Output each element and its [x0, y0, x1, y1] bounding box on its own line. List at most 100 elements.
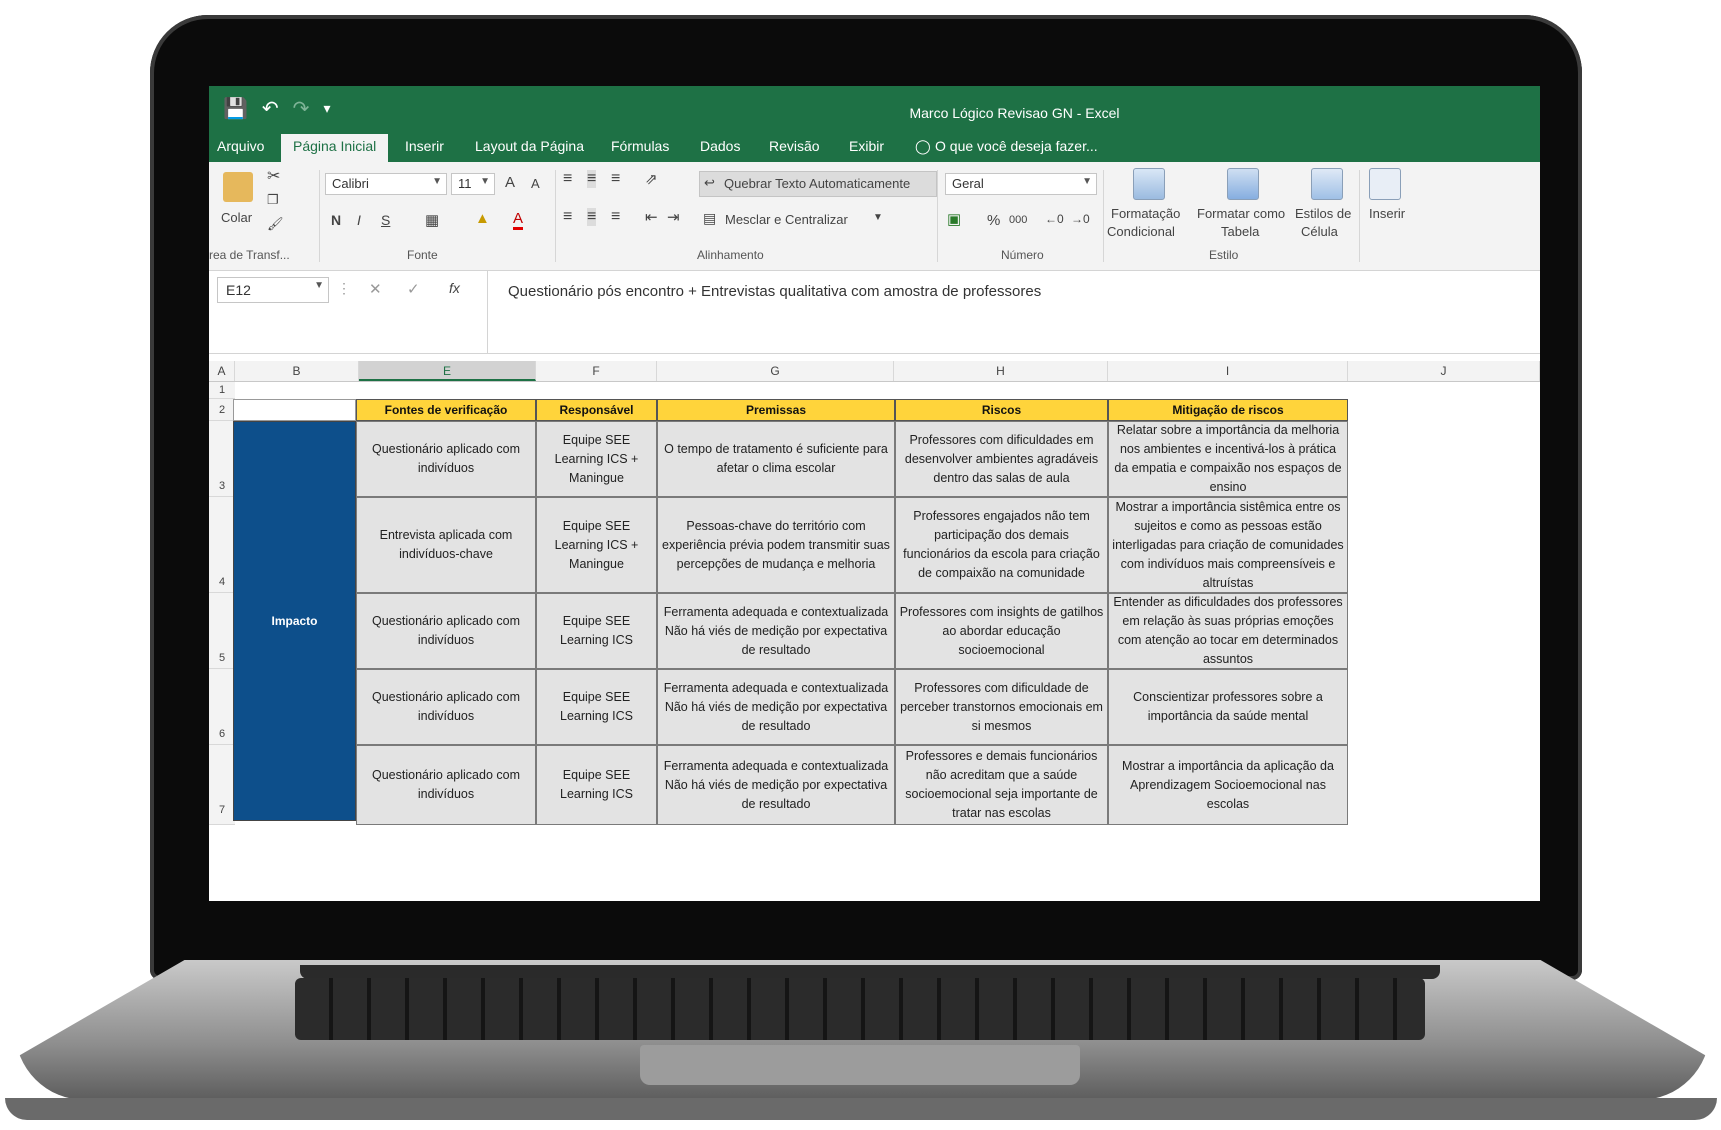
- decrease-decimal-icon[interactable]: →0: [1071, 212, 1090, 226]
- copy-icon[interactable]: ❐: [267, 192, 279, 208]
- table-cell[interactable]: Relatar sobre a importância da melhoria …: [1108, 421, 1348, 497]
- table-cell[interactable]: Professores com insights de gatilhos ao …: [895, 593, 1108, 669]
- align-bottom-icon[interactable]: ≡: [611, 170, 620, 188]
- table-cell[interactable]: Professores com dificuldade de perceber …: [895, 669, 1108, 745]
- merge-center-button[interactable]: Mesclar e Centralizar: [725, 212, 848, 227]
- cell-styles-label-2[interactable]: Célula: [1301, 224, 1338, 239]
- percent-button[interactable]: %: [987, 212, 1000, 229]
- name-box[interactable]: E12 ▼: [217, 277, 329, 303]
- tab-layout-da-pagina[interactable]: Layout da Página: [475, 138, 584, 154]
- table-cell[interactable]: Professores com dificuldades em desenvol…: [895, 421, 1108, 497]
- row-header-1[interactable]: 1: [209, 382, 235, 399]
- table-cell[interactable]: Questionário aplicado com indivíduos: [356, 669, 536, 745]
- impact-category-cell[interactable]: Impacto: [233, 421, 356, 821]
- conditional-formatting-label-1[interactable]: Formatação: [1111, 206, 1180, 221]
- number-format-select[interactable]: Geral ▼: [945, 173, 1097, 195]
- table-cell[interactable]: Equipe SEE Learning ICS + Maningue: [536, 421, 657, 497]
- format-as-table-icon[interactable]: [1227, 168, 1259, 200]
- tab-revisao[interactable]: Revisão: [769, 138, 820, 154]
- thousands-button[interactable]: 000: [1009, 214, 1027, 226]
- align-left-icon[interactable]: ≡: [563, 208, 572, 226]
- currency-icon[interactable]: ▣: [947, 210, 961, 228]
- font-size-select[interactable]: 11 ▼: [451, 173, 495, 195]
- table-cell[interactable]: Equipe SEE Learning ICS: [536, 593, 657, 669]
- format-painter-icon[interactable]: 🖌: [267, 216, 284, 232]
- table-cell[interactable]: Entrevista aplicada com indivíduos-chave: [356, 497, 536, 593]
- table-header-responsavel[interactable]: Responsável: [536, 399, 657, 421]
- fill-color-icon[interactable]: ▲: [475, 210, 490, 227]
- tab-pagina-inicial[interactable]: Página Inicial: [281, 134, 389, 162]
- merge-dropdown-icon[interactable]: ▼: [873, 212, 883, 223]
- align-middle-icon[interactable]: ≡: [587, 170, 597, 188]
- row-header-3[interactable]: 3: [209, 421, 235, 497]
- row-header-7[interactable]: 7: [209, 745, 235, 825]
- table-header-mitigacao[interactable]: Mitigação de riscos: [1108, 399, 1348, 421]
- merge-icon[interactable]: ▤: [703, 210, 716, 227]
- align-right-icon[interactable]: ≡: [611, 208, 620, 226]
- tab-dados[interactable]: Dados: [700, 138, 740, 154]
- table-cell[interactable]: Equipe SEE Learning ICS: [536, 745, 657, 825]
- wrap-text-button[interactable]: ↩ Quebrar Texto Automaticamente: [699, 171, 937, 197]
- column-header-i[interactable]: I: [1108, 361, 1348, 381]
- table-header-premissas[interactable]: Premissas: [657, 399, 895, 421]
- font-color-button[interactable]: A: [513, 210, 524, 230]
- bold-button[interactable]: N: [331, 212, 341, 228]
- tab-formulas[interactable]: Fórmulas: [611, 138, 669, 154]
- column-header-g[interactable]: G: [657, 361, 894, 381]
- row-header-5[interactable]: 5: [209, 593, 235, 669]
- confirm-icon[interactable]: ✓: [407, 280, 420, 298]
- cut-icon[interactable]: ✂: [267, 166, 280, 186]
- table-cell[interactable]: Pessoas-chave do território com experiên…: [657, 497, 895, 593]
- format-as-table-label-1[interactable]: Formatar como: [1197, 206, 1285, 221]
- table-cell[interactable]: Ferramenta adequada e contextualizada Nã…: [657, 745, 895, 825]
- orientation-icon[interactable]: ⇗: [645, 170, 658, 188]
- paste-icon[interactable]: [223, 172, 253, 202]
- paste-button[interactable]: Colar: [221, 210, 252, 225]
- insert-function-icon[interactable]: fx: [449, 280, 460, 296]
- row-header-2[interactable]: 2: [209, 399, 235, 421]
- tell-me-box[interactable]: O que você deseja fazer...: [935, 138, 1098, 154]
- column-header-h[interactable]: H: [894, 361, 1108, 381]
- insert-cells-icon[interactable]: [1369, 168, 1401, 200]
- tab-exibir[interactable]: Exibir: [849, 138, 884, 154]
- column-header-b[interactable]: B: [235, 361, 359, 381]
- column-header-e[interactable]: E: [359, 361, 536, 381]
- table-cell[interactable]: O tempo de tratamento é suficiente para …: [657, 421, 895, 497]
- column-header-f[interactable]: F: [536, 361, 657, 381]
- decrease-indent-icon[interactable]: ⇤: [645, 208, 658, 226]
- tab-arquivo[interactable]: Arquivo: [217, 138, 264, 154]
- table-header-fontes[interactable]: Fontes de verificação: [356, 399, 536, 421]
- cell-styles-icon[interactable]: [1311, 168, 1343, 200]
- shrink-font-button[interactable]: A: [531, 176, 540, 191]
- cell-styles-label-1[interactable]: Estilos de: [1295, 206, 1351, 221]
- table-cell[interactable]: Ferramenta adequada e contextualizada Nã…: [657, 669, 895, 745]
- table-header-riscos[interactable]: Riscos: [895, 399, 1108, 421]
- table-cell[interactable]: Conscientizar professores sobre a import…: [1108, 669, 1348, 745]
- formula-input[interactable]: Questionário pós encontro + Entrevistas …: [487, 271, 1540, 353]
- row-header-4[interactable]: 4: [209, 497, 235, 593]
- conditional-formatting-label-2[interactable]: Condicional: [1107, 224, 1175, 239]
- table-cell[interactable]: Questionário aplicado com indivíduos: [356, 421, 536, 497]
- format-as-table-label-2[interactable]: Tabela: [1221, 224, 1259, 239]
- align-top-icon[interactable]: ≡: [563, 170, 572, 188]
- tab-inserir[interactable]: Inserir: [405, 138, 444, 154]
- italic-button[interactable]: I: [357, 212, 361, 228]
- cancel-icon[interactable]: ✕: [369, 280, 382, 298]
- table-cell[interactable]: Mostrar a importância da aplicação da Ap…: [1108, 745, 1348, 825]
- column-header-a[interactable]: A: [209, 361, 235, 381]
- underline-button[interactable]: S: [381, 212, 390, 228]
- insert-cells-label[interactable]: Inserir: [1369, 206, 1405, 221]
- align-center-icon[interactable]: ≡: [587, 208, 597, 226]
- table-cell[interactable]: Professores engajados não tem participaç…: [895, 497, 1108, 593]
- table-cell[interactable]: Equipe SEE Learning ICS + Maningue: [536, 497, 657, 593]
- table-cell[interactable]: Questionário aplicado com indivíduos: [356, 593, 536, 669]
- table-cell[interactable]: Professores e demais funcionários não ac…: [895, 745, 1108, 825]
- increase-indent-icon[interactable]: ⇥: [667, 208, 680, 226]
- table-cell[interactable]: Equipe SEE Learning ICS: [536, 669, 657, 745]
- borders-icon[interactable]: ▦: [425, 211, 439, 229]
- table-cell[interactable]: Questionário aplicado com indivíduos: [356, 745, 536, 825]
- grow-font-button[interactable]: A: [505, 174, 515, 191]
- table-cell[interactable]: Ferramenta adequada e contextualizada Nã…: [657, 593, 895, 669]
- conditional-formatting-icon[interactable]: [1133, 168, 1165, 200]
- table-cell[interactable]: Entender as dificuldades dos professores…: [1108, 593, 1348, 669]
